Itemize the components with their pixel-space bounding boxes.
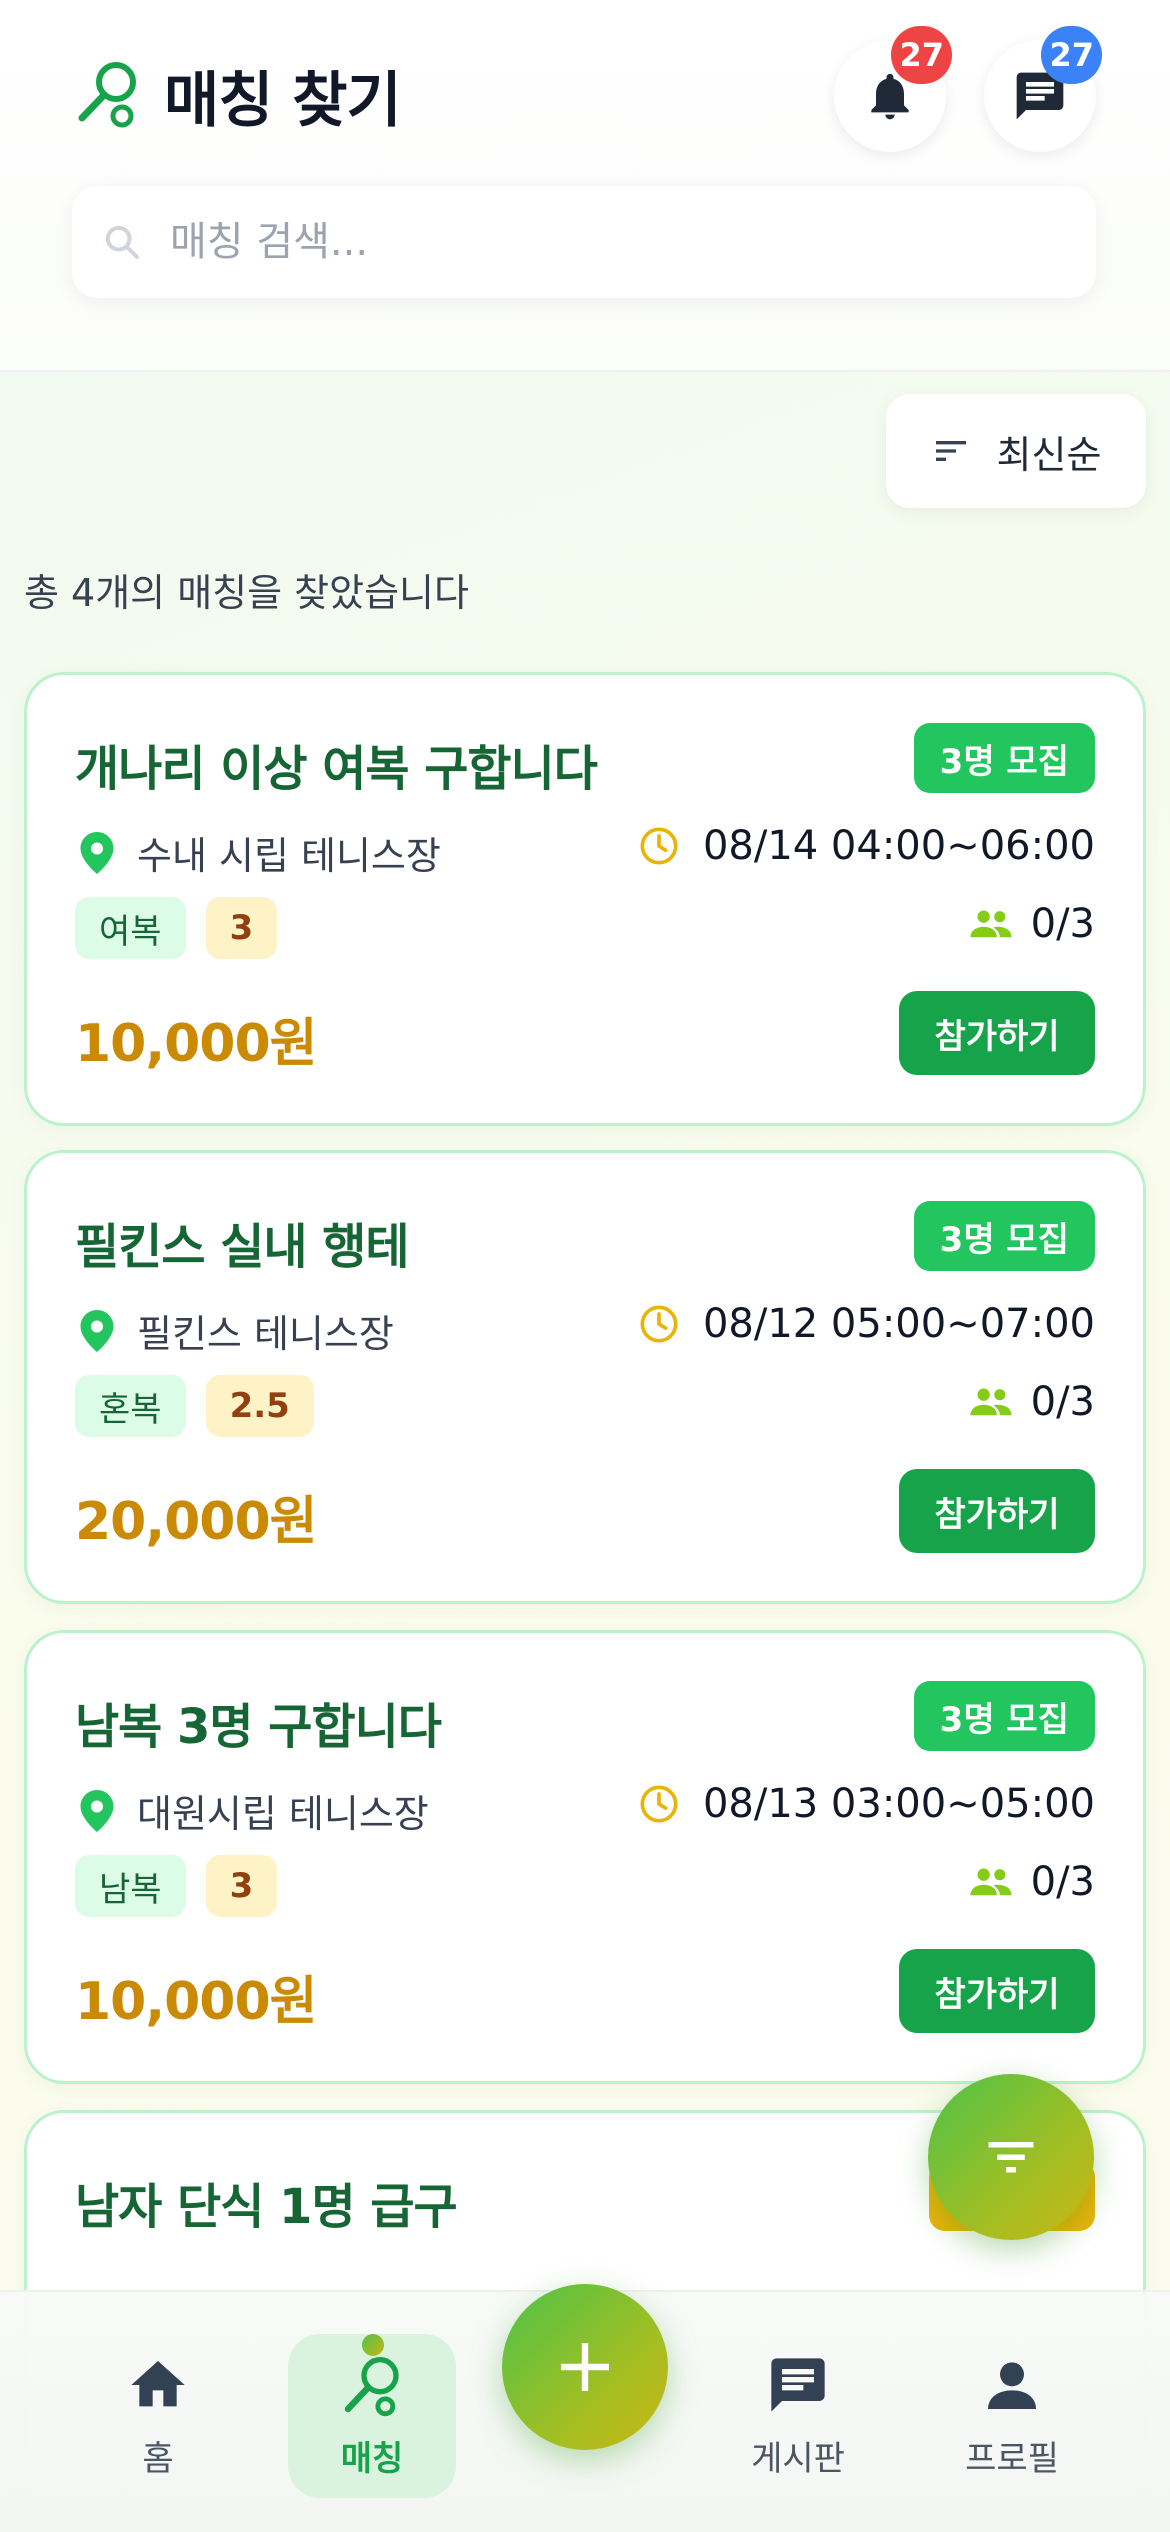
time-text: 08/13 03:00~05:00: [702, 1781, 1095, 1827]
recruit-badge: 3명 모집: [913, 723, 1095, 793]
location-pin-icon: [80, 1789, 114, 1832]
match-time: 08/14 04:00~06:00: [639, 823, 1095, 869]
search-input[interactable]: [170, 219, 1050, 265]
level-tag: 3: [205, 897, 278, 959]
plus-icon: [561, 2343, 609, 2391]
match-card[interactable]: 남복 3명 구합니다 3명 모집 대원시립 테니스장 08/13 03:00~0…: [24, 1630, 1146, 2084]
racket-icon: [78, 61, 136, 127]
filter-icon: [988, 2142, 1034, 2173]
match-location: 수내 시립 테니스장: [79, 825, 441, 880]
match-title: 남자 단식 1명 급구: [75, 2179, 458, 2235]
notifications-button[interactable]: 27: [834, 26, 952, 152]
match-title: 필킨스 실내 행테: [75, 1219, 410, 1275]
level-tag: 2.5: [205, 1375, 314, 1437]
join-button[interactable]: 참가하기: [899, 1469, 1095, 1553]
match-title: 남복 3명 구합니다: [75, 1699, 442, 1755]
people-icon: [970, 1388, 1012, 1416]
recruit-badge: 3명 모집: [913, 1201, 1095, 1271]
clock-icon: [640, 1785, 678, 1823]
game-type-tag: 남복: [75, 1855, 186, 1917]
match-location: 필킨스 테니스장: [79, 1303, 394, 1358]
recruit-badge: 3명 모집: [913, 1681, 1095, 1751]
location-text: 대원시립 테니스장: [137, 1792, 429, 1836]
join-button[interactable]: 참가하기: [899, 1949, 1095, 2033]
match-time: 08/13 03:00~05:00: [639, 1781, 1095, 1827]
level-tag: 3: [205, 1855, 278, 1917]
header: 매칭 찾기 27 27: [0, 0, 1170, 372]
participants-text: 0/3: [1030, 901, 1095, 947]
time-text: 08/12 05:00~07:00: [702, 1301, 1095, 1347]
page-title: 매칭 찾기: [164, 66, 402, 136]
join-button[interactable]: 참가하기: [899, 991, 1095, 1075]
board-icon: [771, 2357, 825, 2412]
match-price: 10,000원: [75, 1014, 318, 1074]
nav-label: 게시판: [751, 2438, 845, 2479]
nav-label: 프로필: [965, 2438, 1059, 2479]
people-icon: [970, 1868, 1012, 1896]
participants-text: 0/3: [1030, 1859, 1095, 1905]
match-location: 대원시립 테니스장: [79, 1783, 429, 1838]
nav-item-home[interactable]: 홈: [74, 2334, 242, 2498]
search-icon: [105, 225, 139, 259]
match-card[interactable]: 필킨스 실내 행테 3명 모집 필킨스 테니스장 08/12 05:00~07:…: [24, 1150, 1146, 1604]
match-tags: 혼복 2.5: [75, 1375, 314, 1437]
nav-label: 매칭: [340, 2438, 404, 2479]
nav-label: 홈: [142, 2438, 174, 2479]
messages-button[interactable]: 27: [984, 26, 1102, 152]
message-count-badge: 27: [1041, 26, 1102, 84]
result-count: 총 4개의 매칭을 찾았습니다: [24, 571, 469, 615]
match-time: 08/12 05:00~07:00: [639, 1301, 1095, 1347]
title-area: 매칭 찾기: [76, 52, 402, 139]
create-match-button[interactable]: [502, 2284, 668, 2450]
location-pin-icon: [80, 831, 114, 874]
participants-text: 0/3: [1030, 1379, 1095, 1425]
participants: 0/3: [969, 1859, 1095, 1905]
time-text: 08/14 04:00~06:00: [702, 823, 1095, 869]
notification-count-badge: 27: [891, 26, 952, 84]
match-tags: 남복 3: [75, 1855, 278, 1917]
sort-button[interactable]: 최신순: [886, 394, 1146, 508]
participants: 0/3: [969, 1379, 1095, 1425]
sort-label: 최신순: [996, 432, 1102, 477]
location-pin-icon: [80, 1309, 114, 1352]
location-text: 필킨스 테니스장: [137, 1312, 394, 1356]
sort-icon: [935, 441, 966, 461]
nav-item-profile[interactable]: 프로필: [928, 2334, 1096, 2498]
search-bar[interactable]: [72, 186, 1096, 298]
location-text: 수내 시립 테니스장: [137, 834, 441, 878]
match-price: 10,000원: [75, 1972, 318, 2032]
profile-icon: [988, 2361, 1036, 2409]
participants: 0/3: [969, 901, 1095, 947]
home-icon: [131, 2360, 185, 2406]
racket-icon: [344, 2356, 399, 2416]
nav-item-board[interactable]: 게시판: [714, 2334, 882, 2498]
filter-fab-button[interactable]: [928, 2074, 1094, 2240]
match-price: 20,000원: [75, 1492, 318, 1552]
nav-item-matching[interactable]: 매칭: [288, 2334, 456, 2498]
game-type-tag: 여복: [75, 897, 186, 959]
game-type-tag: 혼복: [75, 1375, 186, 1437]
clock-icon: [640, 827, 678, 865]
match-card[interactable]: 개나리 이상 여복 구합니다 3명 모집 수내 시립 테니스장 08/14 04…: [24, 672, 1146, 1126]
match-title: 개나리 이상 여복 구합니다: [75, 741, 598, 797]
people-icon: [970, 910, 1012, 938]
clock-icon: [640, 1305, 678, 1343]
match-tags: 여복 3: [75, 897, 278, 959]
active-indicator: [362, 2334, 384, 2356]
